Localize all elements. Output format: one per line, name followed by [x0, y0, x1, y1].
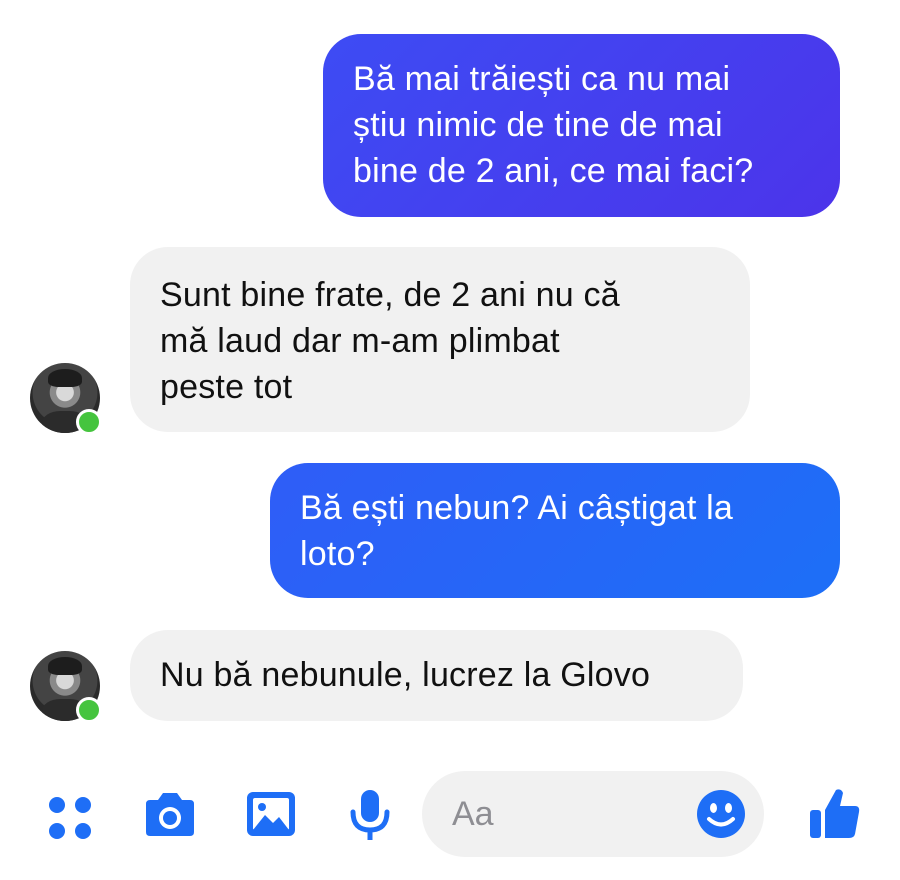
message-text-line: știu nimic de tine de mai: [353, 106, 723, 144]
message-input[interactable]: Aa: [452, 796, 494, 832]
message-composer[interactable]: Aa: [422, 771, 764, 857]
message-text-line: Bă mai trăiești ca nu mai: [353, 60, 731, 98]
message-text-line: loto?: [300, 535, 375, 573]
microphone-icon[interactable]: [348, 788, 392, 844]
message-bubble-incoming[interactable]: Nu bă nebunule, lucrez la Glovo: [130, 630, 743, 721]
message-text-line: Bă ești nebun? Ai câștigat la: [300, 489, 733, 527]
emoji-icon[interactable]: [696, 789, 746, 839]
gallery-icon[interactable]: [245, 790, 297, 838]
online-status-dot: [76, 409, 102, 435]
thumbs-up-icon[interactable]: [808, 786, 862, 842]
message-text-line: Sunt bine frate, de 2 ani nu că: [160, 276, 620, 314]
contact-avatar[interactable]: [30, 363, 102, 435]
apps-icon[interactable]: [45, 793, 95, 843]
message-bubble-incoming[interactable]: Sunt bine frate, de 2 ani nu că mă laud …: [130, 247, 750, 432]
contact-avatar[interactable]: [30, 651, 102, 723]
camera-icon[interactable]: [142, 790, 198, 840]
message-text-line: mă laud dar m-am plimbat: [160, 322, 560, 360]
message-text-line: Nu bă nebunule, lucrez la Glovo: [160, 656, 651, 694]
message-text-line: peste tot: [160, 368, 293, 406]
message-bubble-outgoing[interactable]: Bă ești nebun? Ai câștigat la loto?: [270, 463, 840, 598]
online-status-dot: [76, 697, 102, 723]
message-bubble-outgoing[interactable]: Bă mai trăiești ca nu mai știu nimic de …: [323, 34, 840, 217]
message-text-line: bine de 2 ani, ce mai faci?: [353, 152, 754, 190]
